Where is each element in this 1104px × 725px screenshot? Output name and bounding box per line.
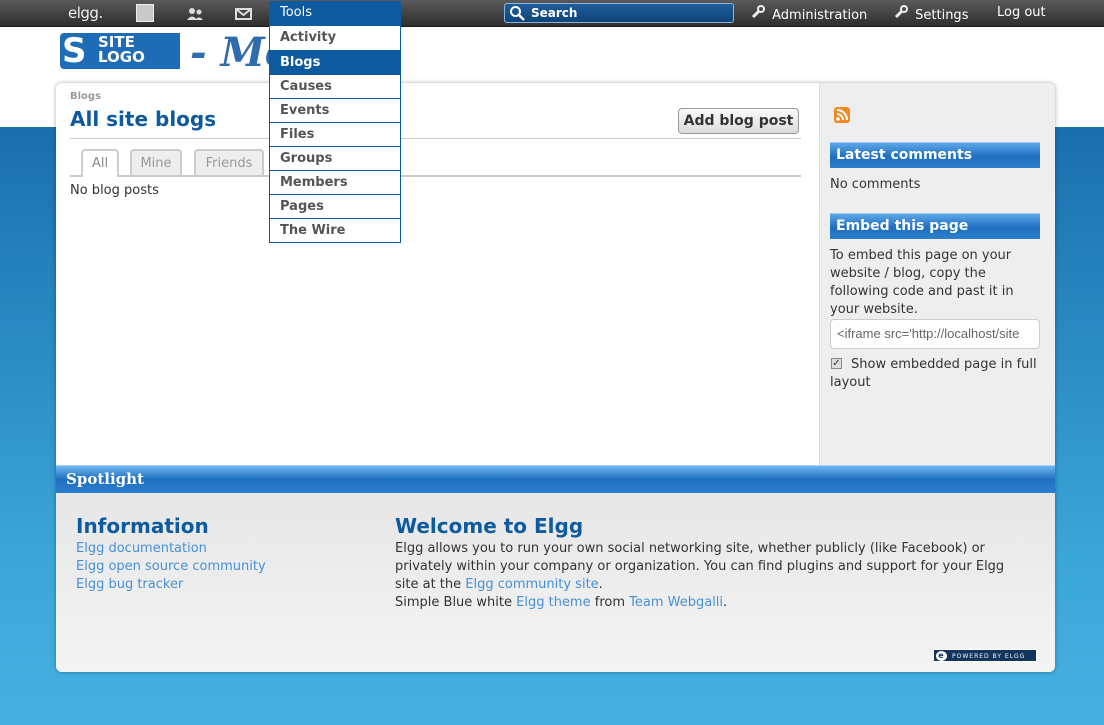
- site-logo[interactable]: S SITE LOGO: [60, 33, 180, 69]
- elgg-documentation-link[interactable]: Elgg documentation: [76, 540, 266, 558]
- wrench-icon: [894, 5, 912, 23]
- page-title: All site blogs: [70, 107, 217, 131]
- spotlight-body: Information Elgg documentation Elgg open…: [56, 493, 1055, 672]
- rss-icon[interactable]: [834, 107, 850, 123]
- tools-dropdown: Activity Blogs Causes Events Files Group…: [269, 26, 401, 243]
- tools-item-files[interactable]: Files: [270, 122, 400, 146]
- tools-item-members[interactable]: Members: [270, 170, 400, 194]
- full-layout-label: Show embedded page in full layout: [830, 357, 1037, 390]
- settings-label: Settings: [915, 8, 969, 23]
- elgg-bug-tracker-link[interactable]: Elgg bug tracker: [76, 576, 266, 594]
- information-links: Elgg documentation Elgg open source comm…: [76, 540, 266, 594]
- search-icon: [509, 5, 525, 24]
- wrench-icon: [751, 5, 769, 23]
- filter-tabs: All Mine Friends: [70, 149, 801, 177]
- tools-item-groups[interactable]: Groups: [270, 146, 400, 170]
- administration-link[interactable]: Administration: [751, 5, 867, 23]
- tools-item-pages[interactable]: Pages: [270, 194, 400, 218]
- topbar: elgg. Tools Search Administration Settin…: [0, 0, 1104, 27]
- embed-code-field[interactable]: <iframe src='http://localhost/site: [830, 319, 1040, 349]
- theme-text: Simple Blue white: [395, 595, 517, 610]
- site-logo-mark: S: [62, 31, 87, 71]
- theme-period: .: [723, 595, 728, 610]
- content-area: Blogs All site blogs Add blog post All M…: [56, 83, 819, 465]
- tab-mine[interactable]: Mine: [130, 149, 182, 175]
- spotlight-bar[interactable]: Spotlight: [56, 465, 1055, 493]
- team-webgalli-link[interactable]: Team Webgalli: [629, 595, 723, 610]
- site-logo-text: SITE LOGO: [98, 35, 145, 65]
- main-panel: Blogs All site blogs Add blog post All M…: [56, 83, 1055, 672]
- welcome-period: .: [598, 577, 603, 592]
- embed-page-heading: Embed this page: [830, 213, 1040, 239]
- information-heading: Information: [76, 514, 209, 538]
- tools-item-causes[interactable]: Causes: [270, 74, 400, 98]
- embed-instructions: To embed this page on your website / blo…: [830, 248, 1014, 317]
- elgg-community-site-link[interactable]: Elgg community site: [465, 577, 598, 592]
- powered-by-elgg-badge[interactable]: e POWERED BY ELGG: [933, 649, 1037, 662]
- elgg-theme-link[interactable]: Elgg theme: [516, 595, 590, 610]
- elgg-logo[interactable]: elgg.: [68, 4, 103, 22]
- search-label: Search: [531, 6, 578, 20]
- latest-comments-heading: Latest comments: [830, 142, 1040, 168]
- theme-from: from: [590, 595, 630, 610]
- site-logo-line2: LOGO: [98, 48, 145, 66]
- tools-menu-button[interactable]: Tools: [269, 1, 401, 26]
- latest-comments-text: No comments: [830, 177, 921, 192]
- tab-all[interactable]: All: [81, 149, 119, 177]
- settings-link[interactable]: Settings: [894, 5, 968, 23]
- logout-link[interactable]: Log out: [997, 5, 1046, 20]
- administration-label: Administration: [772, 8, 868, 23]
- tab-friends[interactable]: Friends: [194, 149, 264, 175]
- tools-item-activity[interactable]: Activity: [270, 26, 400, 50]
- friends-icon[interactable]: [186, 6, 204, 22]
- elgg-community-link[interactable]: Elgg open source community: [76, 558, 266, 576]
- user-avatar-icon[interactable]: [136, 4, 154, 22]
- search-input[interactable]: Search: [504, 3, 734, 23]
- add-blog-post-button[interactable]: Add blog post: [678, 108, 799, 134]
- welcome-heading: Welcome to Elgg: [395, 514, 584, 538]
- tools-item-the-wire[interactable]: The Wire: [270, 218, 400, 242]
- empty-state-text: No blog posts: [70, 183, 159, 198]
- breadcrumb[interactable]: Blogs: [70, 91, 101, 102]
- welcome-text: Elgg allows you to run your own social n…: [395, 540, 1025, 612]
- powered-label: POWERED BY ELGG: [952, 653, 1026, 660]
- tools-item-blogs[interactable]: Blogs: [270, 50, 400, 74]
- sidebar: Latest comments No comments Embed this p…: [819, 83, 1055, 465]
- tools-item-events[interactable]: Events: [270, 98, 400, 122]
- messages-icon[interactable]: [235, 6, 253, 22]
- elgg-e-icon: e: [936, 651, 947, 661]
- title-divider: [70, 138, 801, 139]
